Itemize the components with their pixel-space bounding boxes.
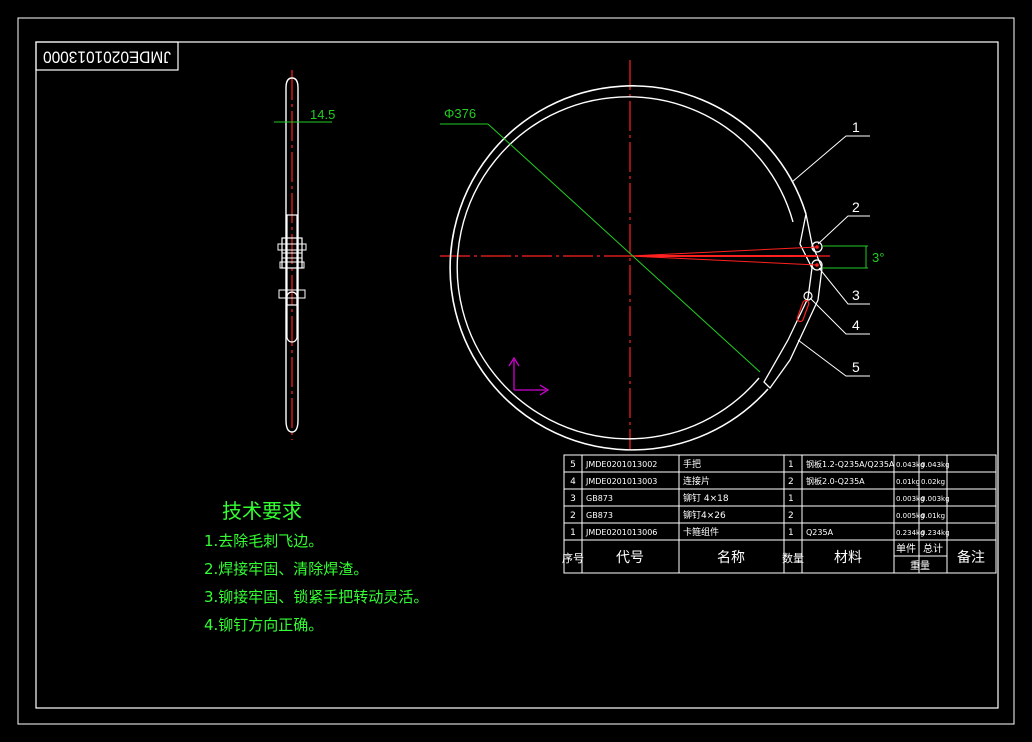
bom-cell-name: 铆钉4×26 [683,509,726,521]
bom-cell-qty: 1 [788,460,794,470]
bom-cell-total-wt: 0.01kg [921,512,945,520]
bom-header-weight: 重量 [910,559,930,572]
bom-cell-no: 2 [570,511,576,521]
bom-row: 1 JMDE0201013006 卡箍组件 1 Q235A 0.234kg0.234kg [570,526,949,538]
angle-dim-text: 3° [872,250,884,265]
bom-cell-qty: 1 [788,528,794,538]
bom-row: 4 JMDE0201013003 连接片 2 钢板2.0-Q235A 0.01kg 0.02… [570,475,945,487]
ucs-icon [508,356,550,396]
inner-border [35,41,999,709]
bom-cell-material: Q235A [806,528,834,537]
bom-header-material: 材料 [834,550,862,566]
balloon-1: 1 [852,119,860,135]
bom-cell-material: 钢板2.0-Q235A [806,476,865,486]
balloon-2: 2 [852,199,860,215]
tech-note-4: 4.铆钉方向正确。 [204,616,323,634]
bom-header-no: 序号 [562,551,584,565]
side-view: 14.5 [274,70,335,440]
bom-cell-no: 5 [570,460,576,470]
bom-cell-name: 手把 [683,458,701,470]
cad-drawing: JMDE0201013000 14.5 3° Φ376 1 2 3 4 5 技术… [17,17,1015,725]
bom-cell-total-wt: 0.043kg [921,461,950,469]
band-inner-arc [456,96,794,440]
bom-row: 2 GB873 铆钉4×26 2 0.005kg0.01kg [570,509,945,521]
bom-header-code: 代号 [616,550,644,566]
bom-cell-code: JMDE0201013002 [585,460,657,469]
bom-row: 3 GB873 铆钉 4×18 1 0.003kg0.003kg [570,492,949,504]
diameter-dim-text: Φ376 [444,106,476,121]
bom-header: 序号 代号 名称 数量 材料 单件 总计 重量 备注 [562,542,985,572]
outer-border [17,17,1015,725]
angle-ray-upper [629,246,818,257]
bom-cell-code: JMDE0201013006 [585,528,657,537]
bom-cell-total-wt: 0.003kg [921,495,950,503]
bom-cell-name: 卡箍组件 [683,526,719,538]
bom-row: 5 JMDE0201013002 手把 1 钢板1.2-Q235A/Q235A 0.043… [570,458,949,470]
bom-cell-name: 铆钉 4×18 [683,492,729,504]
thickness-dim-text: 14.5 [310,107,335,122]
bom-header-qty: 数量 [782,552,804,565]
bom-cell-material: 钢板1.2-Q235A/Q235A [806,459,895,469]
bom-cell-code: JMDE0201013003 [585,477,657,486]
drawing-code-text: JMDE0201013000 [43,48,171,67]
drawing-code-box: JMDE0201013000 [35,41,179,71]
bom-cell-no: 4 [570,477,576,487]
bom-cell-qty: 2 [788,511,794,521]
bom-cell-total-wt: 0.234kg [921,529,950,537]
bom-cell-no: 3 [570,494,576,504]
bom-rows: 5 JMDE0201013002 手把 1 钢板1.2-Q235A/Q235A 0.043… [570,458,949,538]
bom-cell-unit-wt: 0.01kg [896,478,920,486]
balloon-4: 4 [852,317,860,333]
diameter-dim-line [487,123,761,373]
bom-cell-no: 1 [570,528,576,538]
balloon-5: 5 [852,359,860,375]
bom-cell-total-wt: 0.02kg [921,478,945,486]
angle-ray-lower [629,255,818,266]
bom-header-remark: 备注 [957,549,985,566]
bom-cell-qty: 2 [788,477,794,487]
bom-header-total: 总计 [923,542,943,555]
technical-requirements: 技术要求 1.去除毛刺飞边。 2.焊接牢固、清除焊渣。 3.铆接牢固、锁紧手把转… [204,499,428,634]
bom-cell-qty: 1 [788,494,794,504]
tech-note-1: 1.去除毛刺飞边。 [204,532,323,550]
band-outer-arc [449,85,807,451]
tech-notes-title: 技术要求 [222,499,302,523]
balloon-3: 3 [852,287,860,303]
bom-header-unit: 单件 [896,543,916,555]
front-view: 3° Φ376 1 2 3 4 5 [440,60,884,451]
bom-cell-code: GB873 [586,494,613,503]
tech-note-2: 2.焊接牢固、清除焊渣。 [204,560,368,578]
bom-header-name: 名称 [717,550,745,566]
bom-cell-name: 连接片 [683,475,710,487]
tech-note-3: 3.铆接牢固、锁紧手把转动灵活。 [204,588,428,606]
bom-cell-code: GB873 [586,511,613,520]
